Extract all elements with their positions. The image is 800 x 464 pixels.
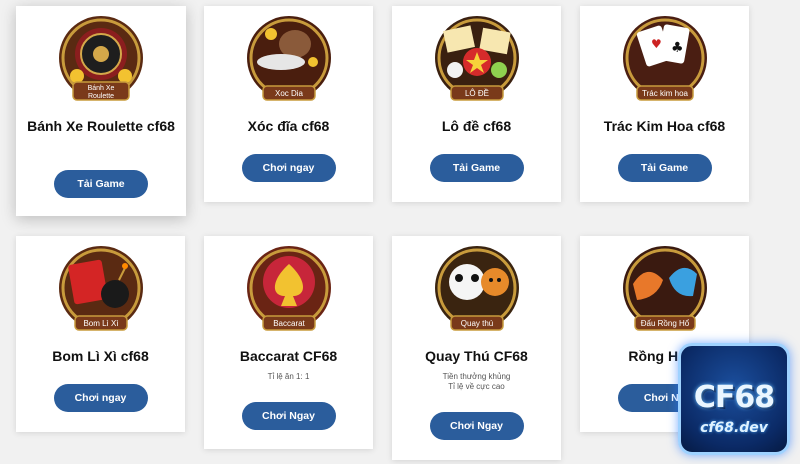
card-title: Xóc đĩa cf68 (247, 118, 330, 134)
download-game-button[interactable]: Tải Game (54, 170, 148, 198)
roulette-icon: Bánh Xe Roulette (53, 14, 149, 110)
bonus-text: Tiền thưởng khủng (442, 372, 511, 381)
icon-badge-label: Đấu Rồng Hổ (640, 319, 689, 328)
play-now-button[interactable]: Chơi ngay (241, 154, 336, 182)
logo-domain: cf68.dev (700, 420, 768, 436)
card-title: Bánh Xe Roulette cf68 (27, 118, 175, 134)
card-title: Baccarat CF68 (239, 348, 338, 364)
logo-text: CF68 (693, 380, 775, 415)
baccarat-icon: Baccarat (241, 244, 337, 340)
download-game-button[interactable]: Tải Game (429, 154, 524, 182)
svg-text:♣: ♣ (671, 40, 684, 56)
animal-spin-icon: Quay thú (429, 244, 525, 340)
playing-cards-icon: ♥ ♣ Trác kim hoa (617, 14, 713, 110)
card-title: Bom Lì Xì cf68 (52, 348, 149, 364)
icon-badge-label: Bom Lì Xì (83, 319, 118, 328)
game-card-baccarat[interactable]: Baccarat Baccarat CF68 Tỉ lệ ăn 1: 1 Chơ… (204, 236, 373, 449)
card-title: Trác Kim Hoa cf68 (603, 118, 726, 134)
odds-text: Tỉ lệ về cực cao (448, 382, 505, 391)
payout-ratio-text: Tỉ lệ ăn 1: 1 (267, 372, 310, 381)
red-envelope-bomb-icon: Bom Lì Xì (53, 244, 149, 340)
icon-badge-label: Quay thú (460, 319, 492, 328)
icon-badge-label: LÔ ĐỀ (464, 88, 488, 98)
roulette-badge-line2: Roulette (88, 93, 114, 100)
roulette-badge-line1: Bánh Xe (88, 85, 115, 92)
icon-badge-label: Baccarat (273, 319, 305, 328)
game-card-trac-kim-hoa[interactable]: ♥ ♣ Trác kim hoa Trác Kim Hoa cf68 Tải G… (580, 6, 749, 202)
icon-badge-label: Trác kim hoa (642, 89, 688, 98)
svg-text:♥: ♥ (651, 37, 662, 51)
game-card-lo-de[interactable]: LÔ ĐỀ Lô đề cf68 Tải Game (392, 6, 561, 202)
play-now-button[interactable]: Chơi Ngay (429, 412, 524, 440)
play-now-button[interactable]: Chơi Ngay (241, 402, 336, 430)
icon-badge-label: Xoc Dia (274, 89, 303, 98)
download-game-button[interactable]: Tải Game (617, 154, 712, 182)
xoc-dia-icon: Xoc Dia (241, 14, 337, 110)
card-title: Quay Thú CF68 (425, 348, 528, 364)
dragon-tiger-icon: Đấu Rồng Hổ (617, 244, 713, 340)
play-now-button[interactable]: Chơi ngay (53, 384, 148, 412)
card-title: Lô đề cf68 (441, 118, 512, 134)
game-card-xoc-dia[interactable]: Xoc Dia Xóc đĩa cf68 Chơi ngay (204, 6, 373, 202)
game-card-roulette[interactable]: Bánh Xe Roulette Bánh Xe Roulette cf68 T… (16, 6, 186, 216)
lottery-icon: LÔ ĐỀ (429, 14, 525, 110)
cf68-logo: CF68 cf68.dev (678, 343, 790, 455)
game-card-bom-li-xi[interactable]: Bom Lì Xì Bom Lì Xì cf68 Chơi ngay (16, 236, 185, 432)
game-card-quay-thu[interactable]: Quay thú Quay Thú CF68 Tiền thưởng khủng… (392, 236, 561, 460)
